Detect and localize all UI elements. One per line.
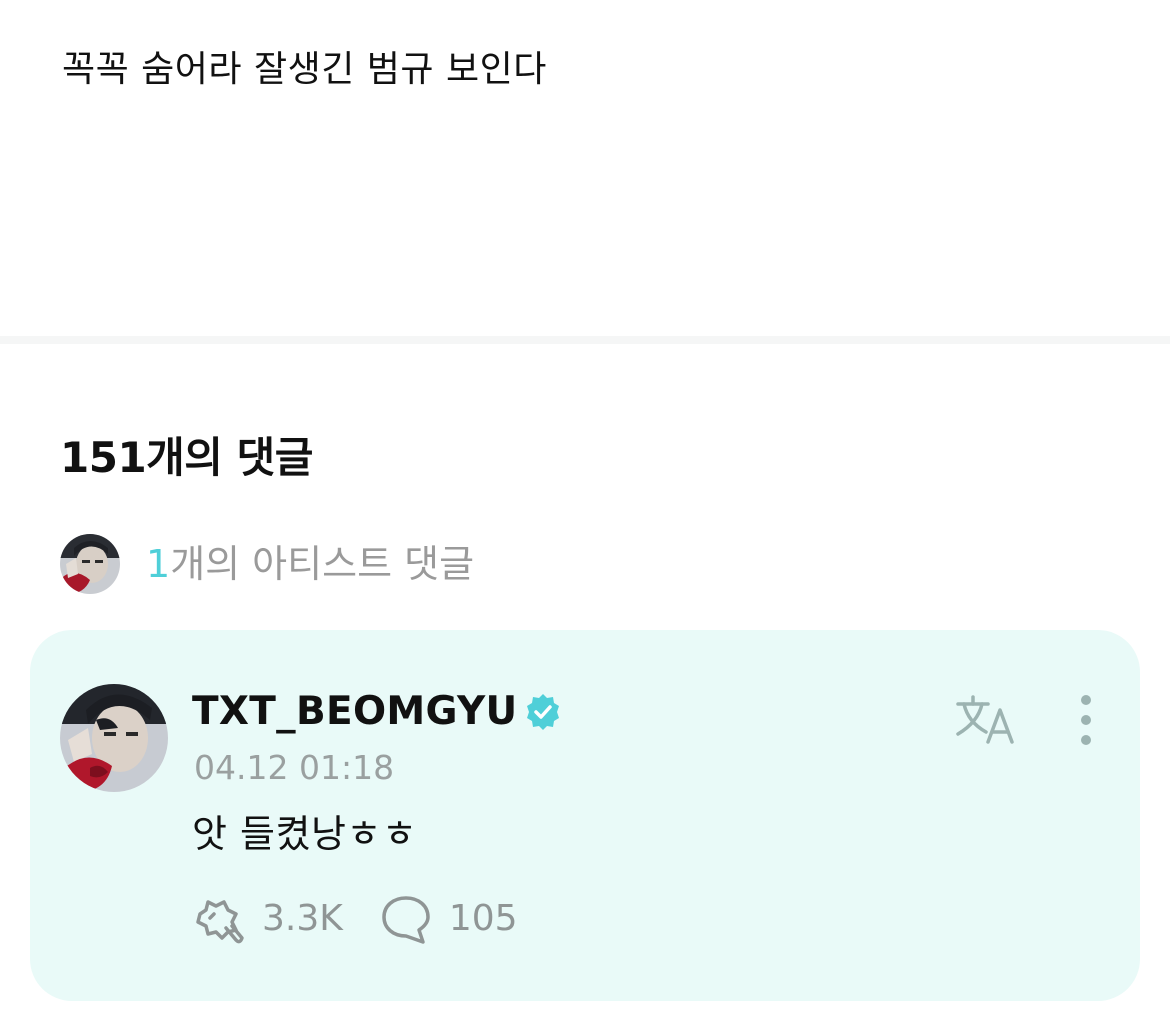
more-vertical-icon — [1081, 695, 1091, 745]
comment-text: 앗 들켰낭ㅎㅎ — [192, 812, 418, 856]
translate-button[interactable] — [954, 692, 1020, 748]
author-name[interactable]: TXT_BEOMGYU — [192, 686, 517, 738]
like-button[interactable]: 3.3K — [192, 892, 343, 946]
like-icon — [192, 892, 246, 946]
comment-timestamp: 04.12 01:18 — [194, 748, 395, 787]
avatar-image — [60, 684, 168, 792]
verified-badge-icon — [523, 692, 563, 732]
translate-icon — [956, 695, 1014, 744]
avatar-image — [60, 534, 120, 594]
author-avatar[interactable] — [60, 684, 168, 792]
comments-count-title: 151개의 댓글 — [60, 433, 313, 482]
reply-button[interactable]: 105 — [379, 892, 518, 946]
post-text: 꼭꼭 숨어라 잘생긴 범규 보인다 — [62, 49, 547, 90]
artist-comments-label: 1개의 아티스트 댓글 — [146, 534, 474, 594]
section-divider — [0, 336, 1170, 344]
more-options-button[interactable] — [1066, 692, 1106, 748]
comment-author: TXT_BEOMGYU — [192, 686, 563, 738]
like-count: 3.3K — [262, 898, 343, 939]
artist-comment-text: 개의 아티스트 댓글 — [170, 542, 475, 586]
artist-comment-count: 1 — [146, 542, 171, 586]
reply-count: 105 — [448, 898, 518, 939]
comment-bubble-icon — [379, 892, 433, 946]
artist-comments-summary[interactable]: 1개의 아티스트 댓글 — [60, 533, 474, 595]
comment-actions: 3.3K 105 — [192, 892, 518, 946]
artist-avatar — [60, 534, 120, 594]
artist-comment-card: TXT_BEOMGYU 04.12 01:18 앗 들켰낭ㅎㅎ 3.3K 105 — [30, 630, 1140, 1001]
